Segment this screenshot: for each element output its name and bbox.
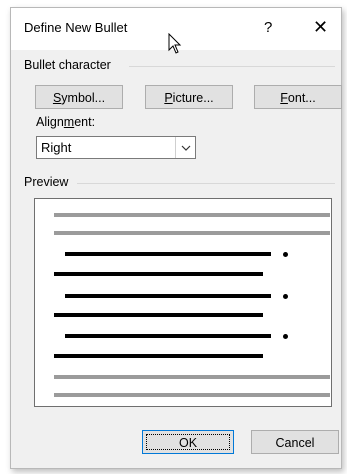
focus-rectangle (146, 434, 230, 450)
preview-pane (34, 198, 332, 407)
alignment-label: Alignment: (36, 115, 95, 129)
symbol-button-label-rest: ymbol... (61, 91, 106, 105)
title-bar: Define New Bullet ? ✕ (11, 8, 341, 54)
dialog-title: Define New Bullet (24, 20, 128, 35)
bullet-character-group-label: Bullet character (24, 58, 111, 72)
alignment-select-value: Right (41, 140, 72, 155)
alignment-label-access-key: m (63, 115, 75, 129)
preview-group-label: Preview (24, 175, 69, 189)
picture-button-access-key: P (164, 91, 173, 105)
group-divider (77, 183, 335, 184)
preview-bullet-line (65, 252, 271, 256)
font-button[interactable]: Font... (254, 85, 342, 109)
help-button[interactable]: ? (264, 19, 272, 36)
bullet-dot-icon (283, 294, 288, 299)
cancel-button[interactable]: Cancel (251, 430, 339, 454)
preview-context-line (54, 375, 330, 379)
font-button-access-key: F (280, 91, 288, 105)
alignment-label-start: Align (36, 115, 64, 129)
preview-wrap-line (54, 272, 263, 276)
preview-bullet-line (65, 334, 271, 338)
picture-button[interactable]: Picture... (145, 85, 233, 109)
alignment-label-rest: ent: (74, 115, 96, 129)
chevron-down-icon[interactable] (175, 137, 195, 158)
font-button-label-rest: ont... (287, 91, 316, 105)
cancel-button-label: Cancel (275, 436, 315, 450)
ok-button[interactable]: OK (142, 430, 234, 454)
symbol-button[interactable]: Symbol... (35, 85, 123, 109)
preview-context-line (54, 213, 330, 217)
group-divider (129, 66, 335, 67)
bullet-dot-icon (283, 252, 288, 257)
bullet-dot-icon (283, 334, 288, 339)
preview-wrap-line (54, 354, 263, 358)
preview-bullet-line (65, 294, 271, 298)
picture-button-label-rest: icture... (172, 91, 214, 105)
close-button[interactable]: ✕ (313, 17, 328, 38)
mouse-pointer-icon (168, 32, 182, 58)
define-new-bullet-dialog: Define New Bullet ? ✕ Bullet character S… (10, 7, 342, 469)
preview-wrap-line (54, 313, 263, 317)
preview-context-line (54, 393, 330, 397)
alignment-select[interactable]: Right (36, 136, 196, 159)
preview-context-line (54, 231, 330, 235)
